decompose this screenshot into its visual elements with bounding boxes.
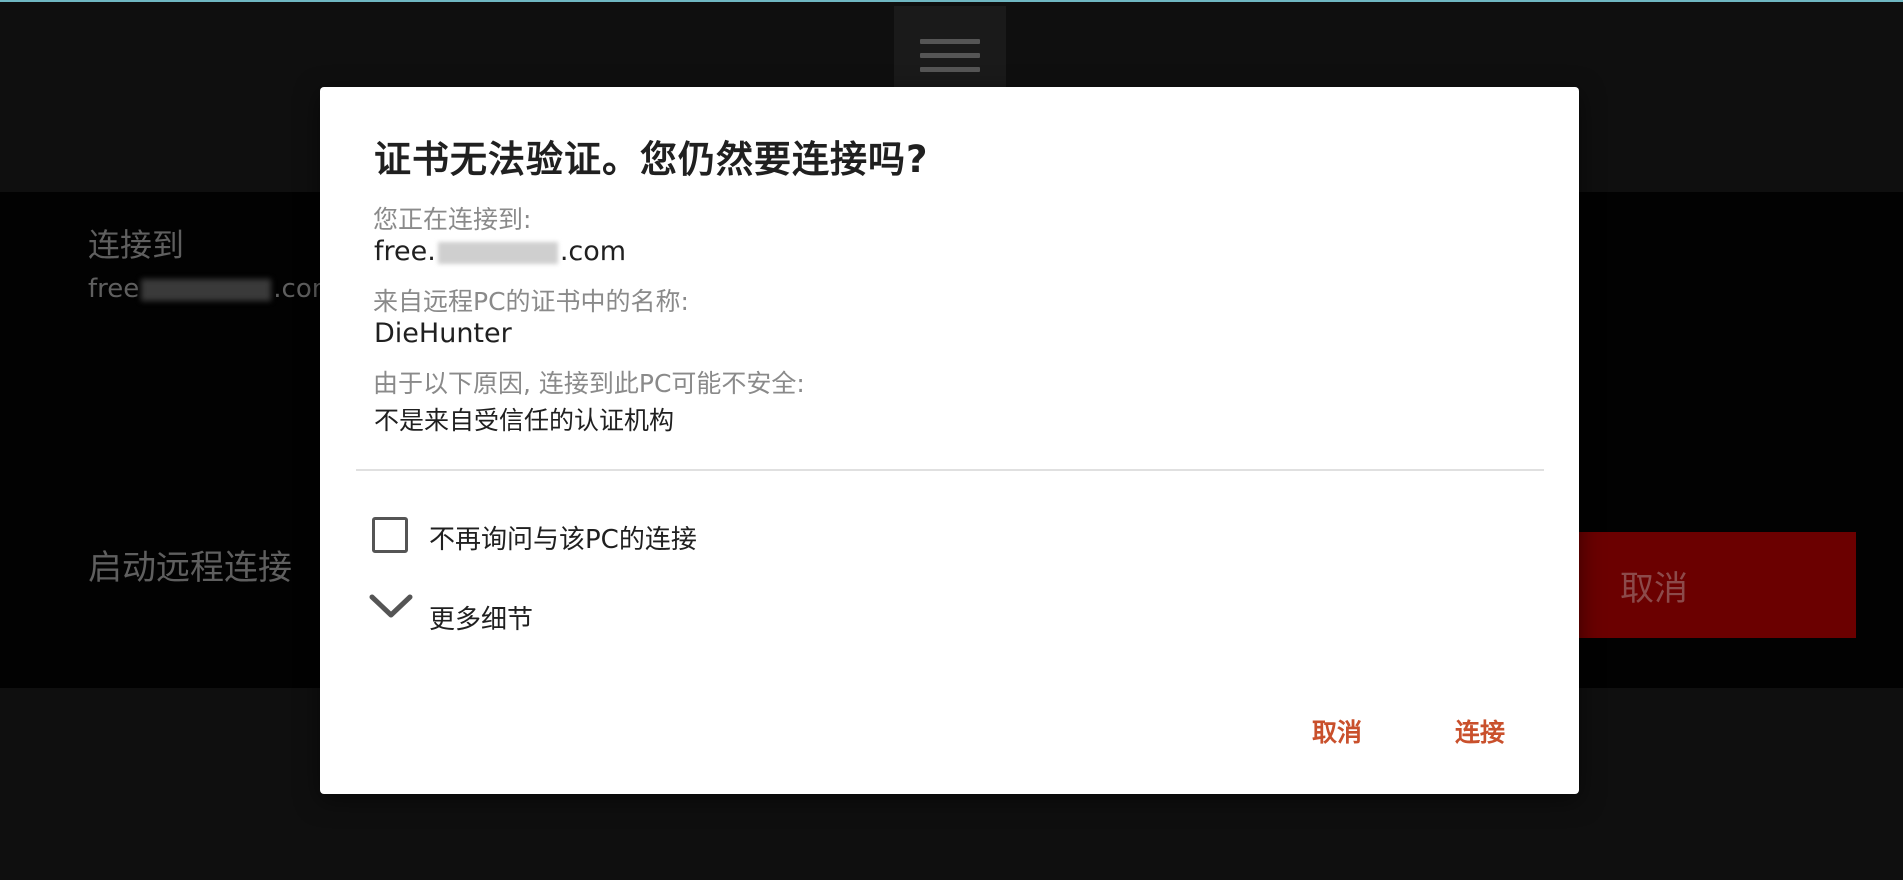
- connect-host: free .com: [88, 274, 337, 304]
- certificate-warning-dialog: 证书无法验证。您仍然要连接吗? 您正在连接到: free. .com 来自远程PC…: [320, 87, 1579, 794]
- cancel-button[interactable]: 取消: [1304, 709, 1370, 753]
- cert-name-label: 来自远程PC的证书中的名称:: [373, 287, 689, 316]
- connecting-to-label: 您正在连接到:: [373, 205, 532, 234]
- hamburger-menu-icon: [920, 38, 980, 44]
- host-prefix: free: [88, 274, 140, 304]
- host-suffix: .com: [559, 236, 627, 267]
- start-remote-label: 启动远程连接: [88, 548, 292, 588]
- connect-button[interactable]: 连接: [1447, 709, 1513, 753]
- unsafe-reason-label: 由于以下原因, 连接到此PC可能不安全:: [373, 369, 805, 398]
- hamburger-menu-icon-bar: [920, 52, 980, 58]
- unsafe-reason-value: 不是来自受信任的认证机构: [374, 406, 675, 435]
- dont-ask-checkbox[interactable]: [372, 517, 408, 553]
- connecting-to-host: free. .com: [374, 236, 626, 267]
- chevron-down-icon[interactable]: [368, 591, 414, 621]
- cert-name-value: DieHunter: [374, 318, 512, 349]
- more-details-toggle[interactable]: 更多细节: [429, 599, 533, 636]
- hamburger-menu-icon-bar: [920, 66, 980, 72]
- background-cancel-button[interactable]: 取消: [1560, 532, 1856, 638]
- dont-ask-label[interactable]: 不再询问与该PC的连接: [429, 519, 697, 556]
- background-cancel-label: 取消: [1620, 568, 1688, 609]
- redacted-host: [437, 241, 558, 264]
- connect-to-label: 连接到: [88, 226, 185, 264]
- dialog-title: 证书无法验证。您仍然要连接吗?: [374, 138, 929, 181]
- redacted-host: [141, 278, 272, 301]
- remote-desktop-screen: 连接到 free .com 启动远程连接 取消 证书无法验证。您仍然要连接吗? 您…: [0, 0, 1903, 880]
- dialog-divider: [356, 469, 1544, 471]
- host-prefix: free.: [374, 236, 436, 267]
